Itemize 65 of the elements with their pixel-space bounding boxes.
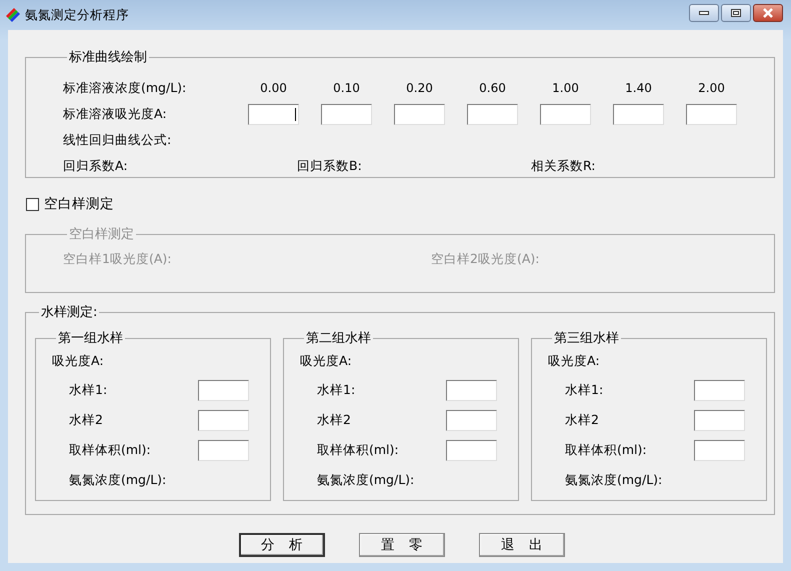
input-field[interactable]: [613, 104, 664, 124]
field-label: 取样体积(ml):: [565, 442, 648, 458]
input-field[interactable]: [446, 380, 497, 400]
concentration-value: 2.00: [697, 80, 726, 97]
group-title: 水样测定:: [40, 304, 98, 321]
field-label: 水样1:: [317, 382, 356, 398]
field-label: 取样体积(ml):: [317, 442, 400, 458]
field-label: 取样体积(ml):: [69, 442, 152, 458]
maximize-button[interactable]: [721, 4, 751, 22]
field-label: 相关系数R:: [531, 158, 597, 175]
field-label: 吸光度A:: [548, 352, 601, 370]
field-label: 标准溶液吸光度A:: [63, 105, 168, 123]
input-field[interactable]: [694, 410, 745, 430]
concentration-value: 1.40: [624, 80, 653, 97]
field-label: 水样1:: [69, 382, 108, 398]
field-label: 水样1:: [565, 382, 604, 398]
minimize-icon: [699, 11, 709, 15]
field-label: 回归系数A:: [63, 158, 129, 175]
push-button[interactable]: 分 析: [239, 533, 325, 557]
close-icon: [762, 8, 774, 18]
input-field[interactable]: [198, 410, 249, 430]
field-label: 回归系数B:: [297, 158, 363, 175]
field-label: 氨氮浓度(mg/L):: [317, 472, 414, 488]
field-label: 空白样1吸光度(A):: [63, 250, 172, 268]
checkbox[interactable]: [26, 198, 39, 210]
group-title: 第一组水样: [57, 330, 124, 347]
concentration-value: 0.00: [259, 80, 288, 97]
window-title: 氨氮测定分析程序: [25, 6, 129, 24]
concentration-value: 0.20: [405, 80, 434, 97]
input-field[interactable]: [394, 104, 445, 124]
checkbox-label[interactable]: 空白样测定: [44, 195, 114, 213]
field-label: 吸光度A:: [52, 352, 105, 370]
input-field[interactable]: [540, 104, 591, 124]
minimize-button[interactable]: [689, 4, 719, 22]
field-label: 线性回归曲线公式:: [63, 131, 172, 149]
field-label: 氨氮浓度(mg/L):: [565, 472, 662, 488]
concentration-value: 0.10: [332, 80, 361, 97]
field-label: 空白样2吸光度(A):: [431, 250, 540, 268]
input-field[interactable]: [694, 380, 745, 400]
push-button[interactable]: 置 零: [359, 533, 445, 557]
concentration-value: 1.00: [551, 80, 580, 97]
input-field[interactable]: [321, 104, 372, 124]
group-title: 标准曲线绘制: [68, 49, 148, 66]
maximize-icon: [731, 9, 741, 17]
field-label: 氨氮浓度(mg/L):: [69, 472, 166, 488]
close-button[interactable]: [753, 4, 783, 22]
push-button[interactable]: 退 出: [479, 533, 565, 557]
app-icon: [5, 7, 21, 23]
field-label: 吸光度A:: [300, 352, 353, 370]
input-field[interactable]: [467, 104, 518, 124]
concentration-value: 0.60: [478, 80, 507, 97]
input-field[interactable]: [446, 410, 497, 430]
field-label: 水样2: [565, 412, 600, 428]
field-label: 标准溶液浓度(mg/L):: [63, 79, 188, 97]
input-field[interactable]: [198, 440, 249, 460]
group-title: 空白样测定: [68, 226, 135, 243]
input-field[interactable]: [694, 440, 745, 460]
group-title: 第二组水样: [305, 330, 372, 347]
input-field[interactable]: [198, 380, 249, 400]
group-title: 第三组水样: [553, 330, 620, 347]
input-field[interactable]: [446, 440, 497, 460]
field-label: 水样2: [69, 412, 104, 428]
input-field[interactable]: [248, 104, 299, 124]
field-label: 水样2: [317, 412, 352, 428]
input-field[interactable]: [686, 104, 737, 124]
